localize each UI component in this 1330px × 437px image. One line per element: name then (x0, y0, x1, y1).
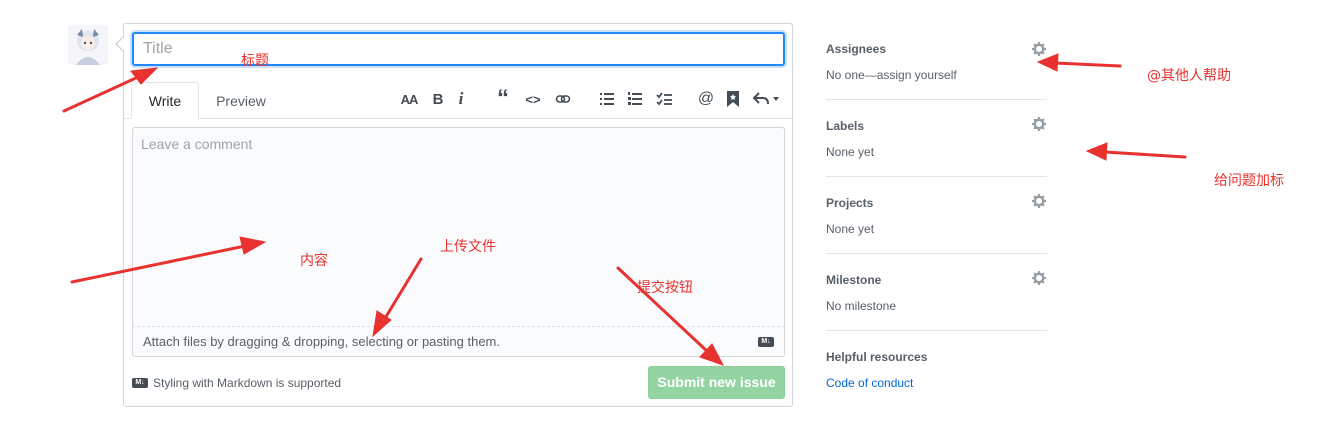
annotation-labels: 给问题加标 (1214, 173, 1284, 189)
annotation-upload: 上传文件 (440, 239, 496, 255)
annotation-content: 内容 (300, 253, 328, 269)
annotation-title: 标题 (241, 53, 269, 69)
annotation-submit: 提交按钮 (637, 280, 693, 296)
annotation-arrows (62, 53, 1187, 366)
annotation-assign: @其他人帮助 (1147, 68, 1231, 84)
